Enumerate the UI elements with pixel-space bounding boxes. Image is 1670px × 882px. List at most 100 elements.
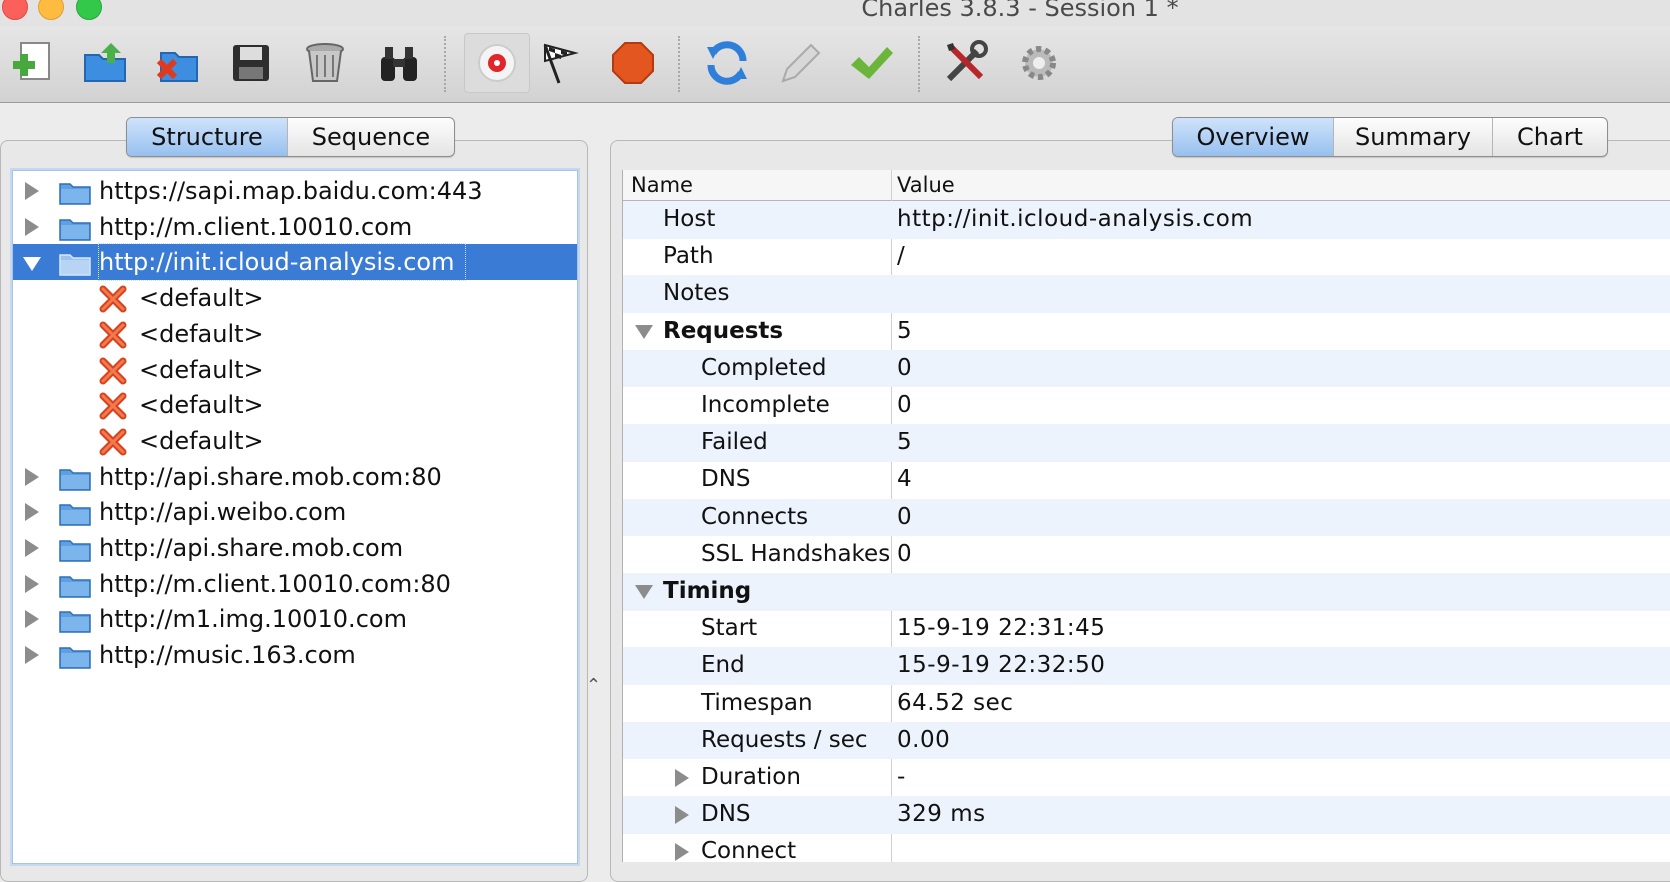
overview-row[interactable]: Failed 5 [623, 424, 1670, 462]
host-label: http://music.163.com [99, 641, 356, 670]
toolbar [0, 26, 1670, 103]
overview-row[interactable]: DNS 329 ms [623, 796, 1670, 834]
new-session-icon[interactable] [8, 38, 58, 88]
tree-host-item[interactable]: http://api.share.mob.com [13, 530, 577, 566]
tree-host-item[interactable]: http://m.client.10010.com [13, 209, 577, 245]
expand-triangle-icon[interactable] [675, 843, 689, 862]
row-name: Failed [701, 429, 768, 456]
host-tree: https://sapi.map.baidu.com:443 http://m.… [12, 170, 578, 864]
folder-icon [59, 250, 91, 277]
overview-row[interactable]: Timing [623, 573, 1670, 611]
tree-request-item[interactable]: <default> [13, 316, 577, 352]
tree-request-item[interactable]: <default> [13, 387, 577, 423]
expand-triangle-icon[interactable] [25, 539, 39, 557]
overview-row[interactable]: Duration - [623, 759, 1670, 797]
collapse-triangle-icon[interactable] [23, 257, 41, 272]
overview-row[interactable]: Start 15-9-19 22:31:45 [623, 610, 1670, 648]
row-name: Incomplete [701, 392, 830, 418]
row-value: 0 [897, 392, 913, 418]
overview-row[interactable]: Path / [623, 238, 1670, 276]
tab-summary[interactable]: Summary [1334, 118, 1493, 156]
overview-row[interactable]: Incomplete 0 [623, 387, 1670, 425]
host-label: http://api.share.mob.com [99, 534, 404, 562]
column-header-value[interactable]: Value [897, 170, 955, 200]
row-name: Path [663, 243, 714, 270]
tab-structure[interactable]: Structure [127, 118, 288, 156]
row-value: 5 [897, 429, 913, 456]
find-binoculars-icon[interactable] [374, 38, 424, 88]
overview-row[interactable]: Notes [623, 275, 1670, 313]
settings-gear-icon[interactable] [1014, 38, 1064, 88]
edit-pencil-icon[interactable] [774, 38, 824, 88]
open-folder-icon[interactable] [80, 38, 130, 88]
title-bar: Charles 3.8.3 - Session 1 * [0, 0, 1670, 26]
tree-host-item[interactable]: http://init.icloud-analysis.com [13, 243, 577, 282]
overview-row[interactable]: End 15-9-19 22:32:50 [623, 647, 1670, 685]
host-label: http://api.weibo.com [99, 498, 347, 527]
tree-request-item[interactable]: <default> [13, 423, 577, 459]
tree-host-item[interactable]: http://m.client.10010.com:80 [13, 566, 577, 602]
close-session-icon[interactable] [152, 38, 202, 88]
tab-sequence[interactable]: Sequence [288, 118, 454, 156]
row-name: SSL Handshakes [701, 540, 891, 567]
expand-triangle-icon[interactable] [25, 467, 39, 486]
tree-host-item[interactable]: http://music.163.com [13, 637, 577, 673]
row-name: Timespan [701, 689, 813, 716]
expand-triangle-icon[interactable] [675, 806, 689, 825]
overview-row[interactable]: Completed 0 [623, 349, 1670, 388]
overview-row[interactable]: Host http://init.icloud-analysis.com [623, 201, 1670, 239]
tab-chart[interactable]: Chart [1493, 118, 1607, 156]
overview-row[interactable]: Timespan 64.52 sec [623, 685, 1670, 723]
row-name: Start [701, 615, 758, 642]
record-icon[interactable] [464, 33, 530, 93]
throttle-flag-icon[interactable] [536, 38, 586, 88]
tools-icon[interactable] [940, 38, 990, 88]
expand-triangle-icon[interactable] [25, 182, 39, 200]
expand-triangle-icon[interactable] [675, 769, 689, 787]
expand-triangle-icon[interactable] [25, 646, 39, 665]
tree-host-item[interactable]: https://sapi.map.baidu.com:443 [13, 173, 577, 209]
detail-tabs-segmented-control: Overview Summary Chart [1172, 117, 1608, 157]
stop-icon[interactable] [608, 38, 658, 88]
row-value: 329 ms [897, 801, 986, 828]
overview-row[interactable]: SSL Handshakes 0 [623, 536, 1670, 574]
request-label: <default> [139, 391, 264, 420]
column-header-name[interactable]: Name [631, 170, 693, 200]
tab-overview[interactable]: Overview [1173, 118, 1334, 156]
table-header: Name Value [623, 170, 1670, 201]
expand-triangle-icon[interactable] [25, 574, 39, 593]
tree-request-item[interactable]: <default> [13, 352, 577, 388]
row-name: Timing [663, 578, 752, 604]
expand-triangle-icon[interactable] [25, 610, 39, 629]
collapse-triangle-icon[interactable] [635, 585, 653, 599]
tree-host-item[interactable]: http://api.weibo.com [13, 494, 577, 530]
validate-checkmark-icon[interactable] [846, 38, 896, 88]
refresh-icon[interactable] [702, 38, 752, 88]
overview-row[interactable]: Connects 0 [623, 498, 1670, 537]
overview-row[interactable]: Connect [623, 833, 1670, 871]
expand-triangle-icon[interactable] [25, 503, 39, 522]
save-icon[interactable] [226, 38, 276, 88]
row-name: End [701, 652, 745, 679]
split-handle[interactable]: ⌃ [586, 675, 601, 696]
tree-host-item[interactable]: http://api.share.mob.com:80 [13, 459, 577, 495]
window-title: Charles 3.8.3 - Session 1 * [861, 0, 1179, 22]
expand-triangle-icon[interactable] [25, 217, 39, 236]
failed-request-icon [99, 392, 127, 420]
tree-host-item[interactable]: http://m1.img.10010.com [13, 601, 577, 637]
overview-row[interactable]: Requests 5 [623, 313, 1670, 351]
host-label: http://m.client.10010.com:80 [99, 569, 451, 598]
overview-row[interactable]: DNS 4 [623, 461, 1670, 499]
row-name: DNS [701, 801, 751, 828]
row-value: 15-9-19 22:32:50 [897, 652, 1106, 679]
collapse-triangle-icon[interactable] [635, 324, 653, 339]
row-value: 15-9-19 22:31:45 [897, 615, 1106, 642]
row-name: Connects [701, 503, 809, 530]
request-label: <default> [139, 426, 264, 455]
overview-row[interactable]: Requests / sec 0.00 [623, 721, 1670, 760]
tree-request-item[interactable]: <default> [13, 280, 577, 316]
row-name: Requests [663, 317, 784, 344]
row-name: Duration [701, 764, 801, 790]
row-value: 0 [897, 540, 913, 567]
clear-trash-icon[interactable] [300, 38, 350, 88]
